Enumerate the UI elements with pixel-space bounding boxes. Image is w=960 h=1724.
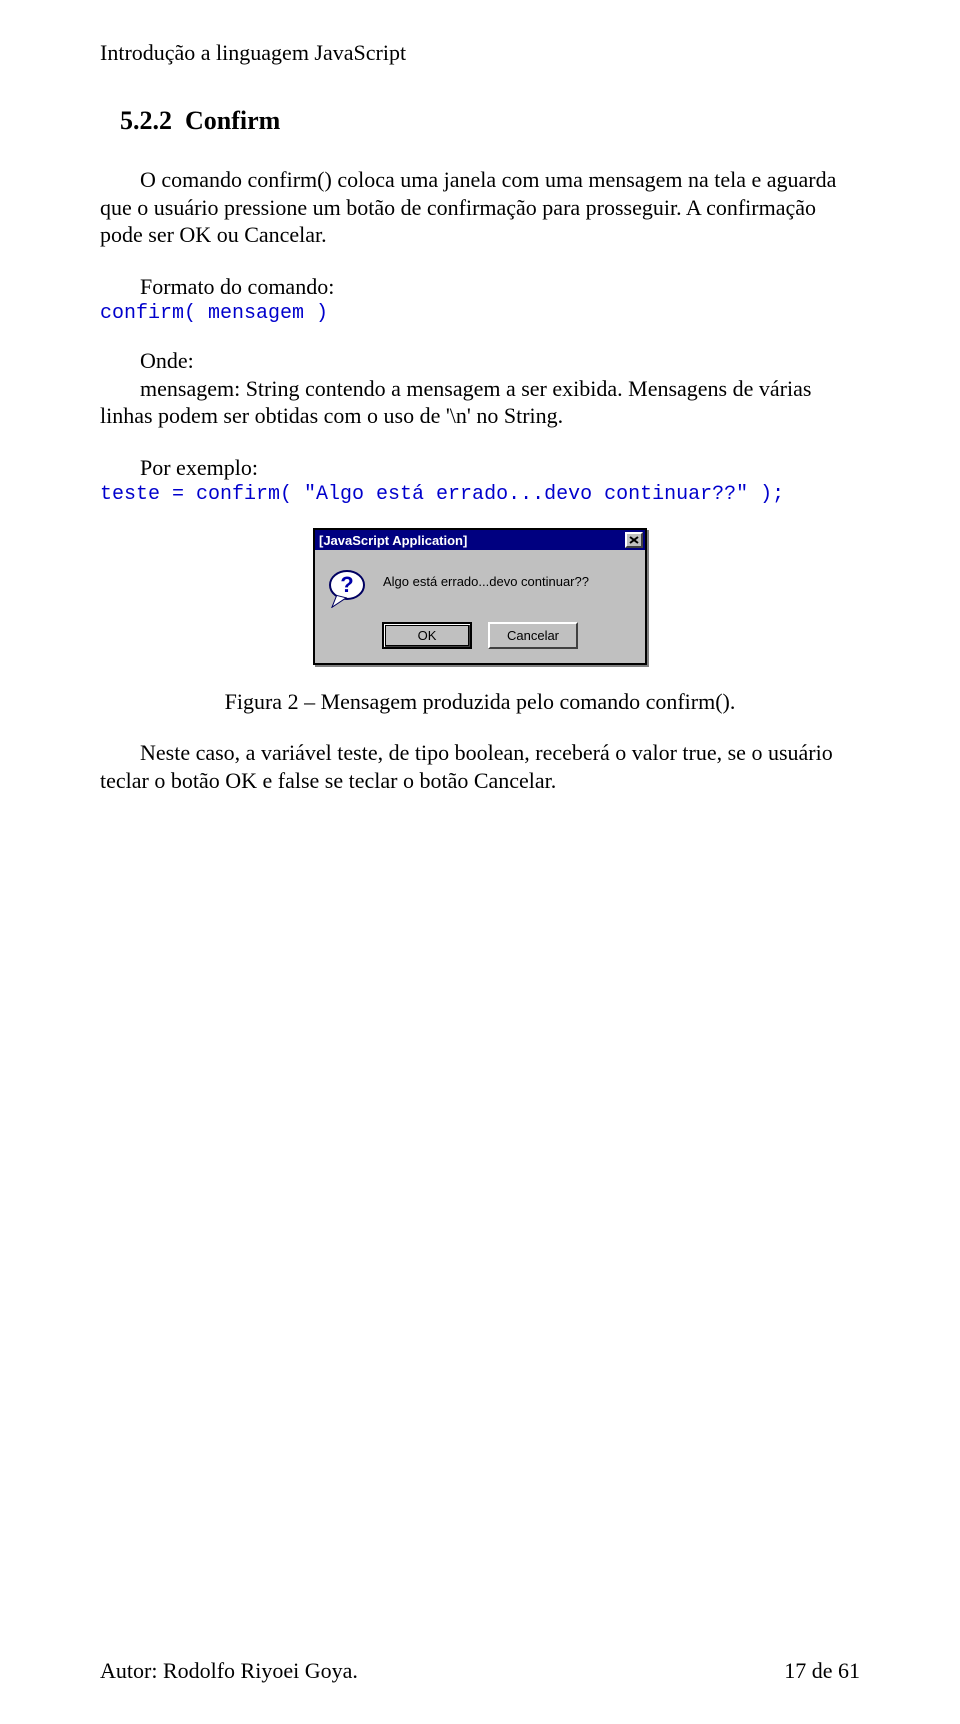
example-label: Por exemplo: xyxy=(100,454,860,482)
onde-desc: mensagem: String contendo a mensagem a s… xyxy=(100,375,860,430)
figure-caption: Figura 2 – Mensagem produzida pelo coman… xyxy=(100,689,860,715)
footer-page-number: 17 de 61 xyxy=(784,1658,860,1684)
section-title: Confirm xyxy=(185,106,280,135)
footer-author: Autor: Rodolfo Riyoei Goya. xyxy=(100,1658,358,1684)
dialog-body: ? Algo está errado...devo continuar?? xyxy=(315,550,645,616)
paragraph-intro: O comando confirm() coloca uma janela co… xyxy=(100,166,860,249)
dialog-message: Algo está errado...devo continuar?? xyxy=(383,568,589,589)
dialog-titlebar: [JavaScript Application] xyxy=(315,530,645,550)
confirm-dialog: [JavaScript Application] ? xyxy=(313,528,647,665)
dialog-button-row: OK Cancelar xyxy=(315,616,645,663)
svg-text:?: ? xyxy=(340,572,353,597)
paragraph-after: Neste caso, a variável teste, de tipo bo… xyxy=(100,739,860,794)
doc-header: Introdução a linguagem JavaScript xyxy=(100,40,860,66)
question-icon: ? xyxy=(329,568,369,608)
figure-confirm-dialog: [JavaScript Application] ? xyxy=(100,528,860,665)
code-example: teste = confirm( "Algo está errado...dev… xyxy=(100,483,860,506)
code-format: confirm( mensagem ) xyxy=(100,302,860,325)
page-footer: Autor: Rodolfo Riyoei Goya. 17 de 61 xyxy=(100,1658,860,1684)
close-button[interactable] xyxy=(625,532,643,548)
section-number: 5.2.2 xyxy=(120,106,172,135)
close-icon xyxy=(629,536,639,544)
ok-button[interactable]: OK xyxy=(382,622,472,649)
format-label: Formato do comando: xyxy=(100,273,860,301)
onde-label: Onde: xyxy=(100,347,860,375)
dialog-title: [JavaScript Application] xyxy=(319,533,467,548)
cancel-button[interactable]: Cancelar xyxy=(488,622,578,649)
section-heading: 5.2.2 Confirm xyxy=(120,106,860,136)
